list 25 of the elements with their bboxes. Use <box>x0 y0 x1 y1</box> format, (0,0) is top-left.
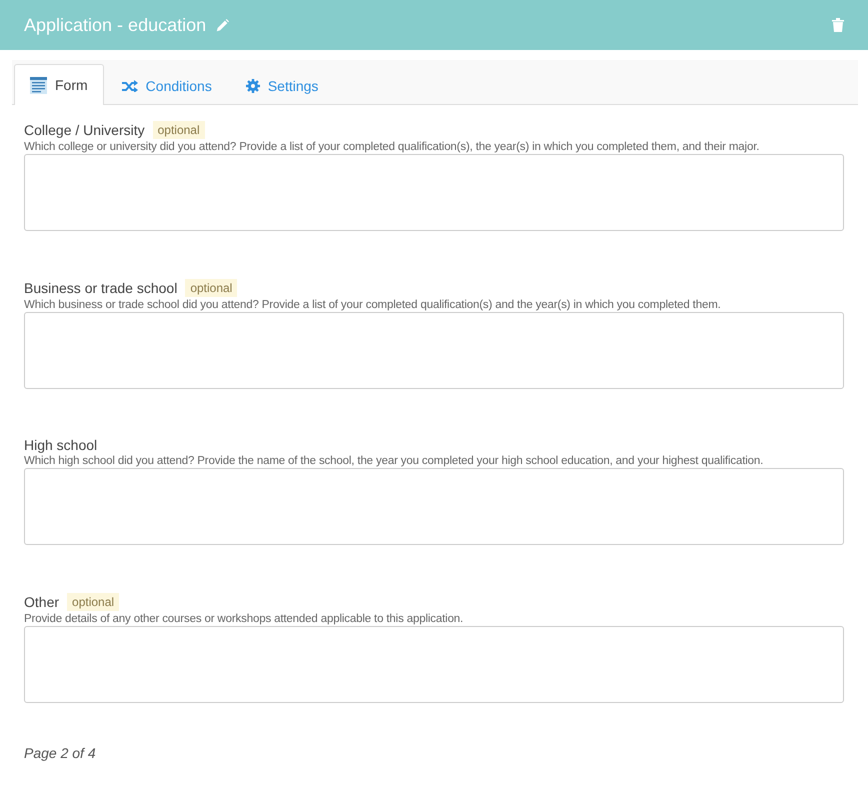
field-help-text: Which high school did you attend? Provide the name of the school, the year you completed your high school education, and your highest qualification. <box>24 455 764 467</box>
field-label: Other <box>24 594 60 610</box>
field-help-text: Provide details of any other courses or workshops attended applicable to this application. <box>24 613 464 625</box>
tab[interactable]: Conditions <box>106 65 228 105</box>
text-area[interactable] <box>24 312 844 389</box>
text-area[interactable] <box>24 626 844 703</box>
tab[interactable]: Settings <box>230 65 334 105</box>
optional-badge: optional <box>185 279 238 297</box>
text-area[interactable] <box>24 154 844 231</box>
text-area[interactable] <box>24 468 844 545</box>
field-label: College / University <box>24 122 145 138</box>
tab[interactable]: Form <box>14 64 104 105</box>
pencil-icon[interactable] <box>216 18 230 32</box>
optional-badge: optional <box>67 593 120 611</box>
page-title: Application - education <box>24 14 206 36</box>
trash-icon[interactable] <box>832 18 844 32</box>
gear-icon <box>246 78 260 92</box>
field-help-text: Which business or trade school did you attend? Provide a list of your completed qualification(s) and the year(s) in which you completed them. <box>24 299 722 311</box>
field-label: High school <box>24 437 98 453</box>
optional-badge: optional <box>152 121 205 139</box>
form-icon <box>30 76 47 94</box>
shuffle-icon <box>122 80 138 92</box>
field-label: Business or trade school <box>24 280 178 296</box>
field-help-text: Which college or university did you attend? Provide a list of your completed qualification(s), the year(s) in which you completed them, and their major. <box>24 141 760 153</box>
page-indicator: Page 2 of 4 <box>24 745 97 761</box>
